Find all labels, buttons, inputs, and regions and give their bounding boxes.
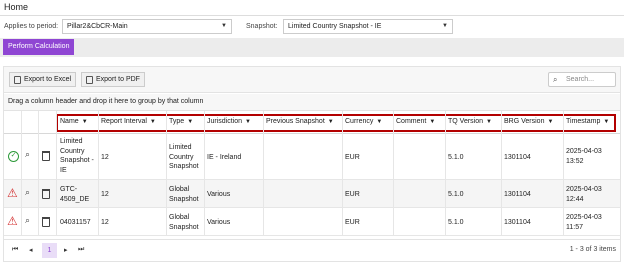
column-divider — [204, 111, 205, 236]
pager-info: 1 - 3 of 3 items — [569, 246, 616, 253]
column-divider — [501, 111, 502, 236]
export-pdf-button[interactable]: Export to PDF — [81, 72, 145, 87]
export-pdf-label: Export to PDF — [96, 76, 140, 83]
cell-tq-version: 5.1.0 — [448, 191, 464, 198]
cell-brg-version: 1301104 — [504, 219, 531, 226]
cell-jurisdiction: Various — [207, 219, 231, 226]
column-divider — [563, 111, 564, 236]
grid-header: Name ▼ Report Interval ▼ Type ▼ Jurisdictio… — [4, 111, 620, 134]
cell-interval: 12 — [101, 191, 109, 198]
cell-name: GTC-4509_DE — [60, 186, 90, 203]
search-icon: ⌕ — [553, 75, 558, 84]
cell-brg-version: 1301104 — [504, 154, 531, 161]
chevron-down-icon: ▼ — [221, 23, 227, 29]
delete-icon[interactable] — [42, 151, 50, 161]
snapshot-label: Snapshot: — [246, 23, 278, 30]
cell-type: Limited Country Snapshot — [169, 144, 199, 170]
delete-icon[interactable] — [42, 217, 50, 227]
cell-interval: 12 — [101, 219, 109, 226]
delete-icon[interactable] — [42, 189, 50, 199]
column-divider — [56, 111, 57, 236]
cell-tq-version: 5.1.0 — [448, 219, 464, 226]
column-divider — [166, 111, 167, 236]
export-excel-button[interactable]: Export to Excel — [9, 72, 77, 87]
check-circle-icon: ✓ — [8, 151, 19, 162]
cell-currency: EUR — [345, 154, 360, 161]
file-icon — [86, 76, 93, 84]
warning-icon: ⚠ — [7, 214, 18, 228]
cell-timestamp: 2025-04-03 12:44 — [566, 186, 602, 203]
snapshot-grid: Export to Excel Export to PDF ⌕ Search..… — [3, 66, 621, 262]
cell-jurisdiction: Various — [207, 191, 231, 198]
page-number[interactable]: 1 — [42, 243, 57, 258]
cell-name: 04031157 — [60, 219, 91, 226]
action-bar: Perform Calculation — [0, 38, 624, 57]
cell-currency: EUR — [345, 219, 360, 226]
group-panel[interactable]: Drag a column header and drop it here to… — [4, 94, 620, 111]
snapshot-select-value: Limited Country Snapshot - IE — [288, 23, 382, 30]
chevron-down-icon: ▼ — [442, 23, 448, 29]
cell-tq-version: 5.1.0 — [448, 154, 464, 161]
period-label: Applies to period: — [4, 23, 59, 30]
column-divider — [445, 111, 446, 236]
warning-icon: ⚠ — [7, 186, 18, 200]
cell-currency: EUR — [345, 191, 360, 198]
pager: ⏮ ◂ 1 ▸ ⏭ 1 - 3 of 3 items — [4, 239, 620, 261]
column-divider — [38, 111, 39, 236]
page-title: Home — [4, 2, 29, 12]
view-icon[interactable]: ⌕ — [25, 215, 30, 226]
cell-type: Global Snapshot — [169, 214, 199, 231]
table-row[interactable]: ⚠ ⌕ 04031157 12 Global Snapshot Various … — [4, 208, 620, 236]
prev-page-icon[interactable]: ◂ — [29, 246, 33, 254]
cell-timestamp: 2025-04-03 13:52 — [566, 148, 602, 165]
period-select-value: Pillar2&CbCR-Main — [67, 23, 128, 30]
export-excel-label: Export to Excel — [24, 76, 72, 83]
cell-type: Global Snapshot — [169, 186, 199, 203]
highlight-box — [56, 114, 616, 132]
first-page-icon[interactable]: ⏮ — [12, 246, 18, 254]
column-divider — [342, 111, 343, 236]
column-divider — [263, 111, 264, 236]
filter-bar: Applies to period: Pillar2&CbCR-Main ▼ S… — [0, 16, 624, 38]
column-divider — [21, 111, 22, 236]
next-page-icon[interactable]: ▸ — [64, 246, 68, 254]
search-input[interactable]: ⌕ Search... — [548, 72, 616, 87]
cell-jurisdiction: IE - Ireland — [207, 154, 242, 161]
column-divider — [98, 111, 99, 236]
table-row[interactable]: ⚠ ⌕ GTC-4509_DE 12 Global Snapshot Vario… — [4, 180, 620, 208]
perform-calculation-button[interactable]: Perform Calculation — [3, 39, 75, 55]
cell-name: Limited Country Snapshot - IE — [60, 138, 94, 174]
search-placeholder: Search... — [566, 76, 595, 83]
period-select[interactable]: Pillar2&CbCR-Main ▼ — [62, 19, 232, 34]
view-icon[interactable]: ⌕ — [25, 187, 30, 198]
table-row[interactable]: ✓ ⌕ Limited Country Snapshot - IE 12 Lim… — [4, 135, 620, 180]
snapshot-select[interactable]: Limited Country Snapshot - IE ▼ — [283, 19, 453, 34]
column-divider — [393, 111, 394, 236]
file-icon — [14, 76, 21, 84]
cell-interval: 12 — [101, 154, 109, 161]
view-icon[interactable]: ⌕ — [25, 149, 30, 160]
cell-brg-version: 1301104 — [504, 191, 531, 198]
cell-timestamp: 2025-04-03 11:57 — [566, 214, 602, 231]
last-page-icon[interactable]: ⏭ — [78, 246, 84, 254]
grid-toolbar: Export to Excel Export to PDF ⌕ Search..… — [4, 67, 620, 93]
